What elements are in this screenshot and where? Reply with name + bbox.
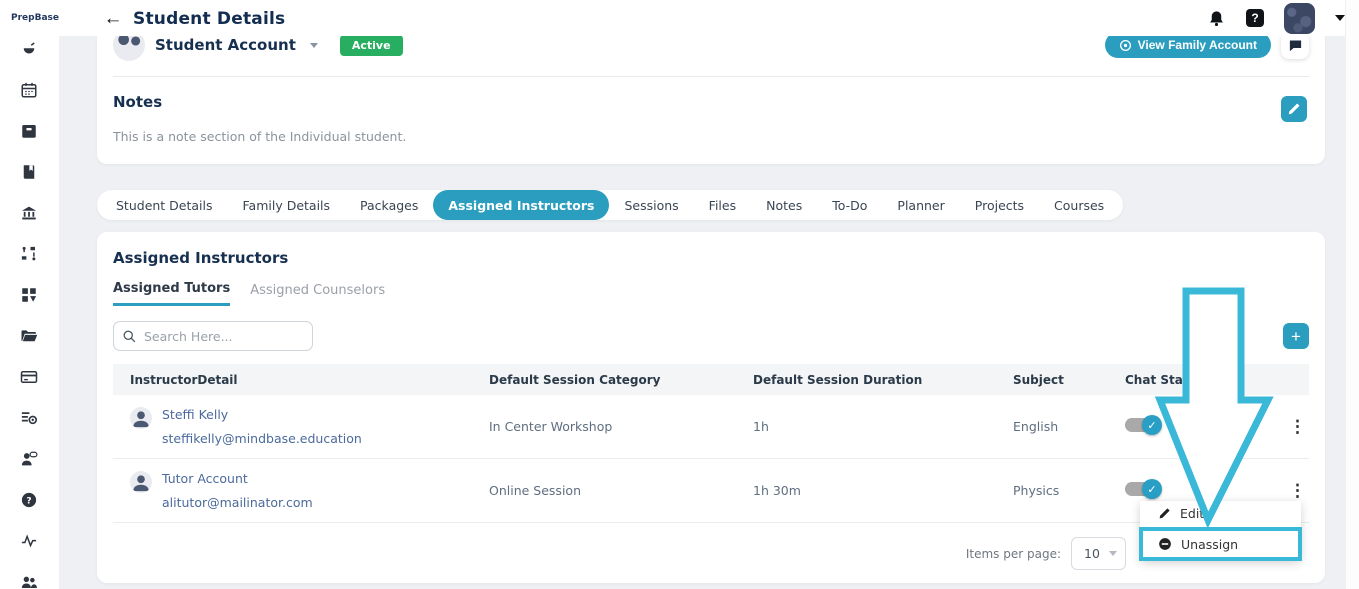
user-avatar[interactable] xyxy=(1284,3,1315,34)
widgets-icon[interactable] xyxy=(20,285,40,305)
table-header-row: InstructorDetail Default Session Categor… xyxy=(113,364,1309,395)
tab-courses[interactable]: Courses xyxy=(1039,190,1119,220)
items-per-page-label: Items per page: xyxy=(966,547,1061,561)
row-context-menu: Edit Unassign xyxy=(1140,501,1301,561)
chat-bubble-icon xyxy=(1288,38,1303,53)
search-box[interactable] xyxy=(113,321,313,351)
users-icon[interactable] xyxy=(20,572,40,589)
notes-title: Notes xyxy=(113,93,1325,111)
instructor-email-link[interactable]: alitutor@mailinator.com xyxy=(162,495,313,510)
tab-todo[interactable]: To-Do xyxy=(817,190,882,220)
archive-icon[interactable] xyxy=(20,121,40,141)
tab-notes[interactable]: Notes xyxy=(751,190,817,220)
add-instructor-button[interactable]: + xyxy=(1283,323,1309,349)
book-icon[interactable] xyxy=(20,162,40,182)
detail-tabs: Student Details Family Details Packages … xyxy=(97,190,1123,220)
session-duration: 1h 30m xyxy=(753,483,1013,498)
tab-assigned-instructors[interactable]: Assigned Instructors xyxy=(433,190,609,220)
session-category: In Center Workshop xyxy=(489,419,753,434)
instructor-email-link[interactable]: steffikelly@mindbase.education xyxy=(162,431,362,446)
tab-files[interactable]: Files xyxy=(694,190,751,220)
section-title: Assigned Instructors xyxy=(113,249,1325,267)
col-session-category: Default Session Category xyxy=(489,373,753,387)
table-row: Tutor Account alitutor@mailinator.com On… xyxy=(113,459,1309,523)
col-session-duration: Default Session Duration xyxy=(753,373,1013,387)
instructor-avatar xyxy=(130,471,152,493)
card-icon[interactable] xyxy=(20,367,40,387)
check-icon: ✓ xyxy=(1142,479,1162,499)
profile-caret-icon[interactable] xyxy=(1335,15,1345,21)
folder-icon[interactable] xyxy=(20,326,40,346)
help-circle-icon[interactable]: ? xyxy=(20,490,40,510)
tab-sessions[interactable]: Sessions xyxy=(609,190,693,220)
calendar-icon[interactable] xyxy=(20,80,40,100)
menu-item-unassign[interactable]: Unassign xyxy=(1139,527,1302,561)
divider xyxy=(113,76,1309,77)
row-menu-button[interactable]: ⋮ xyxy=(1289,418,1306,435)
student-caret-icon[interactable] xyxy=(310,43,318,48)
select-caret-icon xyxy=(1109,551,1117,556)
notifications-icon[interactable] xyxy=(1207,9,1226,28)
eye-circle-icon xyxy=(1119,39,1132,52)
paginator: Items per page: 10 xyxy=(97,537,1126,570)
tab-student-details[interactable]: Student Details xyxy=(101,190,228,220)
pencil-icon xyxy=(1287,102,1301,116)
instructor-avatar xyxy=(130,407,152,429)
chat-status-toggle[interactable]: ✓ xyxy=(1125,482,1159,496)
table-row: Steffi Kelly steffikelly@mindbase.educat… xyxy=(113,395,1309,459)
leads-icon[interactable] xyxy=(20,408,40,428)
status-badge: Active xyxy=(340,35,403,56)
session-duration: 1h xyxy=(753,419,1013,434)
student-summary-card: Student Account Active View Family Accou… xyxy=(97,28,1325,164)
subtab-assigned-counselors[interactable]: Assigned Counselors xyxy=(250,281,385,306)
edit-notes-button[interactable] xyxy=(1281,96,1307,122)
col-instructor-detail: InstructorDetail xyxy=(113,373,489,387)
scrollbar[interactable] xyxy=(1345,0,1359,589)
col-subject: Subject xyxy=(1013,373,1125,387)
page-title: Student Details xyxy=(133,9,285,29)
back-button[interactable]: ← xyxy=(100,6,126,32)
workflow-icon[interactable] xyxy=(20,244,40,264)
tab-family-details[interactable]: Family Details xyxy=(228,190,346,220)
session-category: Online Session xyxy=(489,483,753,498)
person-chat-icon[interactable] xyxy=(20,449,40,469)
student-name: Student Account xyxy=(155,36,296,54)
search-icon xyxy=(122,329,137,344)
search-input[interactable] xyxy=(144,329,304,344)
help-icon[interactable]: ? xyxy=(1246,9,1264,27)
subject: Physics xyxy=(1013,483,1125,498)
dashboard-icon[interactable] xyxy=(20,39,40,59)
subtab-assigned-tutors[interactable]: Assigned Tutors xyxy=(113,281,230,306)
institution-icon[interactable] xyxy=(20,203,40,223)
check-icon: ✓ xyxy=(1142,415,1162,435)
notes-body: This is a note section of the Individual… xyxy=(113,129,1325,144)
subject: English xyxy=(1013,419,1125,434)
pencil-icon xyxy=(1158,507,1171,520)
instructors-table: InstructorDetail Default Session Categor… xyxy=(113,364,1309,523)
row-menu-button[interactable]: ⋮ xyxy=(1289,482,1306,499)
col-chat-status: Chat Status xyxy=(1125,373,1289,387)
top-bar: ← Student Details ? xyxy=(0,0,1359,36)
instructor-name-link[interactable]: Steffi Kelly xyxy=(162,407,362,422)
tab-planner[interactable]: Planner xyxy=(882,190,959,220)
items-per-page-select[interactable]: 10 xyxy=(1071,537,1126,570)
activity-icon[interactable] xyxy=(20,531,40,551)
tab-projects[interactable]: Projects xyxy=(960,190,1039,220)
svg-text:?: ? xyxy=(26,496,31,506)
chat-status-toggle[interactable]: ✓ xyxy=(1125,418,1159,432)
minus-circle-icon xyxy=(1158,537,1172,551)
sidebar: PrepBase ? xyxy=(0,0,59,589)
tab-packages[interactable]: Packages xyxy=(345,190,433,220)
instructor-name-link[interactable]: Tutor Account xyxy=(162,471,313,486)
brand-logo: PrepBase xyxy=(0,0,59,24)
menu-item-edit[interactable]: Edit xyxy=(1140,501,1301,526)
